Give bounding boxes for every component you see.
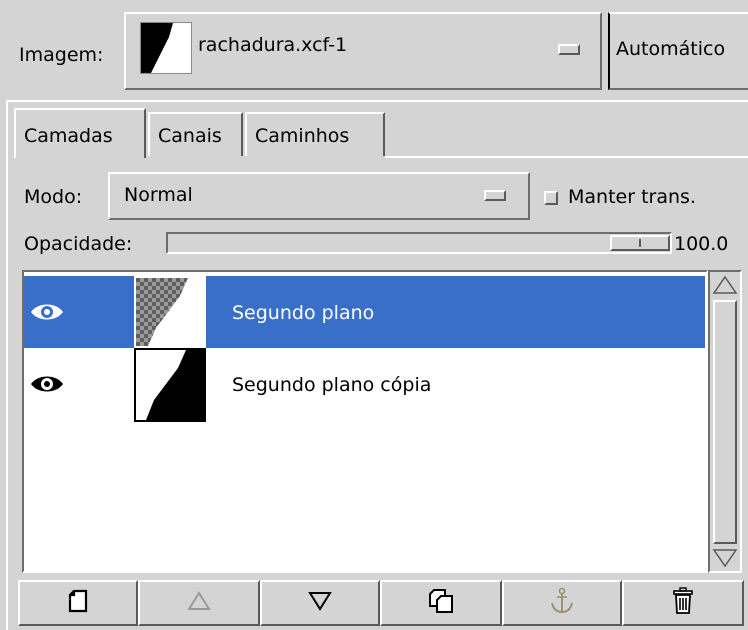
mode-value: Normal (124, 184, 193, 206)
raise-layer-button[interactable] (138, 580, 260, 626)
scroll-thumb[interactable] (713, 300, 737, 544)
tab-camadas[interactable]: Camadas (14, 108, 146, 158)
lower-layer-button[interactable] (260, 580, 380, 626)
layer-thumbnail (134, 348, 206, 422)
lower-layer-icon (308, 590, 332, 617)
duplicate-layer-button[interactable] (380, 580, 502, 626)
duplicate-layer-icon (427, 588, 455, 619)
delete-layer-button[interactable] (622, 580, 744, 626)
layer-name: Segundo plano (232, 302, 375, 324)
layer-list-scrollbar[interactable] (708, 270, 742, 573)
keep-trans-label: Manter trans. (568, 186, 696, 208)
tab-canais[interactable]: Canais (148, 112, 243, 156)
scroll-up-arrow-icon[interactable] (712, 274, 738, 296)
mode-label: Modo: (24, 186, 83, 208)
delete-layer-icon (671, 586, 695, 620)
slider-grip (639, 239, 641, 247)
anchor-layer-icon (549, 587, 575, 620)
new-layer-button[interactable] (18, 580, 138, 626)
eye-icon[interactable] (30, 372, 64, 401)
raise-layer-icon (187, 590, 211, 617)
image-label: Imagem: (19, 44, 104, 66)
layer-row[interactable]: Segundo plano cópia (24, 348, 705, 422)
anchor-layer-button[interactable] (502, 580, 622, 626)
new-layer-icon (67, 589, 89, 618)
eye-icon[interactable] (30, 300, 64, 329)
tab-caminhos[interactable]: Caminhos (245, 112, 385, 156)
opacity-value: 100.0 (674, 233, 729, 255)
mode-option-menu[interactable]: Normal (108, 172, 530, 220)
opacity-slider-handle[interactable] (610, 235, 670, 251)
dropdown-indicator-icon (558, 44, 580, 55)
layer-row[interactable]: Segundo plano (24, 276, 705, 348)
scroll-down-arrow-icon[interactable] (712, 547, 738, 569)
auto-button[interactable]: Automático (608, 12, 748, 90)
tab-baseline (385, 156, 748, 158)
opacity-slider-trough[interactable] (166, 232, 672, 254)
layer-thumbnail (134, 276, 206, 348)
image-option-menu[interactable]: rachadura.xcf-1 (124, 12, 602, 90)
checkbox-icon (544, 191, 558, 205)
image-selector-row: Imagem: rachadura.xcf-1 Automático (0, 0, 748, 100)
dropdown-indicator-icon (484, 190, 506, 201)
keep-trans-checkbox[interactable]: Manter trans. (542, 182, 742, 212)
layer-name: Segundo plano cópia (232, 374, 432, 396)
opacity-label: Opacidade: (24, 233, 133, 255)
image-name: rachadura.xcf-1 (198, 34, 348, 56)
image-thumbnail (140, 22, 192, 74)
